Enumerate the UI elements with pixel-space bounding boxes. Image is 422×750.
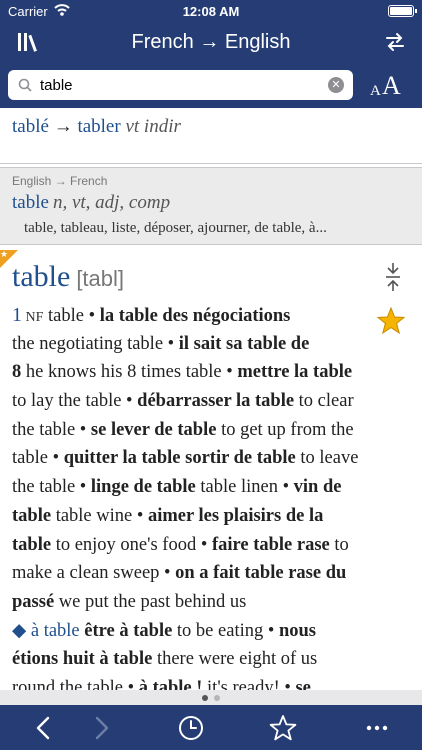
example-phrase: mettre la table bbox=[237, 362, 353, 383]
swap-direction-icon[interactable] bbox=[384, 31, 406, 53]
entry-text: to leave bbox=[295, 448, 359, 469]
search-result-selected[interactable]: English → French table n, vt, adj, comp t… bbox=[0, 167, 422, 245]
bottom-toolbar bbox=[0, 705, 422, 750]
back-icon[interactable] bbox=[29, 713, 59, 743]
entry-line: to lay the table • débarrasser la table … bbox=[12, 387, 402, 416]
dictionary-entry: ★ table [tabl] 1 NF table • la table des … bbox=[0, 250, 422, 690]
clock: 12:08 AM bbox=[182, 4, 240, 19]
font-size-small-label: A bbox=[370, 83, 381, 99]
example-phrase: on a fait table rase du bbox=[175, 563, 347, 584]
entry-text: he knows his 8 times table • bbox=[21, 362, 238, 383]
result-direction: English → French bbox=[12, 174, 108, 188]
sense-number: 1 bbox=[12, 304, 22, 326]
entry-line: passé we put the past behind us bbox=[12, 588, 402, 617]
entry-text: to get up from the bbox=[216, 419, 354, 440]
example-phrase: 8 bbox=[12, 362, 22, 383]
entry-text: table • bbox=[43, 306, 100, 326]
result-word: table bbox=[12, 192, 49, 213]
result-headline: table n, vt, adj, comp bbox=[12, 192, 170, 214]
entry-line: round the table • à table ! it's ready! … bbox=[12, 674, 402, 690]
battery-icon bbox=[388, 5, 417, 17]
entry-body: 1 NF table • la table des négociations th… bbox=[12, 301, 402, 690]
example-phrase: table bbox=[12, 505, 52, 526]
clear-icon[interactable]: ✕ bbox=[328, 77, 344, 93]
example-phrase: faire table rase bbox=[211, 534, 330, 555]
example-phrase: il sait sa table de bbox=[178, 333, 310, 354]
example-phrase: table bbox=[12, 534, 52, 555]
result-arrow: → bbox=[48, 116, 78, 137]
example-phrase: la table des négociations bbox=[99, 306, 291, 326]
entry-line: table • quitter la table sortir de table… bbox=[12, 444, 402, 473]
headword: table bbox=[12, 260, 71, 293]
example-phrase: vin de bbox=[293, 477, 342, 498]
entry-text: there were eight of us bbox=[152, 649, 318, 670]
subentry-label: à table bbox=[30, 620, 80, 641]
entry-text: to enjoy one's food • bbox=[51, 534, 212, 555]
entry-text: round the table • bbox=[12, 677, 139, 690]
search-input[interactable]: table ✕ bbox=[8, 70, 353, 100]
entry-text: to be eating • bbox=[172, 620, 279, 641]
entry-line: table to enjoy one's food • faire table … bbox=[12, 531, 402, 560]
favorites-icon[interactable] bbox=[268, 713, 298, 743]
entry-line: 8 he knows his 8 times table • mettre la… bbox=[12, 358, 402, 387]
entry-line: the table • se lever de table to get up … bbox=[12, 416, 402, 445]
entry-header: table [tabl] bbox=[12, 260, 124, 294]
entry-text: to lay the table • bbox=[12, 391, 138, 412]
entry-text: the table • bbox=[12, 477, 91, 498]
entry-text: make a clean sweep • bbox=[12, 563, 176, 584]
entry-line: table table wine • aimer les plaisirs de… bbox=[12, 502, 402, 531]
status-bar: Carrier 12:08 AM bbox=[0, 0, 422, 24]
example-phrase: débarrasser la table bbox=[137, 391, 295, 412]
example-phrase: nous bbox=[278, 620, 316, 641]
entry-text: the table • bbox=[12, 419, 91, 440]
entry-text: to clear bbox=[294, 391, 354, 412]
example-phrase: se bbox=[295, 677, 311, 690]
entry-line: ◆ à table être à table to be eating • no… bbox=[12, 617, 402, 646]
entry-line: étions huit à table there were eight of … bbox=[12, 645, 402, 674]
example-phrase: passé bbox=[12, 591, 55, 612]
entry-text: table linen • bbox=[195, 477, 294, 498]
top-bar: Carrier 12:08 AM French → English table … bbox=[0, 0, 422, 108]
result-grammar: vt indir bbox=[120, 116, 181, 137]
forward-icon[interactable] bbox=[86, 713, 116, 743]
more-icon[interactable] bbox=[362, 713, 392, 743]
page-title: French → English bbox=[131, 31, 291, 53]
entry-text: table • bbox=[12, 448, 64, 469]
example-phrase: aimer les plaisirs de la bbox=[147, 505, 324, 526]
entry-line: the negotiating table • il sait sa table… bbox=[12, 330, 402, 359]
example-phrase: à table ! bbox=[138, 677, 203, 690]
result-word: tablé bbox=[12, 116, 49, 137]
search-icon bbox=[18, 78, 32, 92]
result-pos: n, vt, adj, comp bbox=[52, 192, 171, 213]
subentry-label: ◆ bbox=[12, 620, 31, 641]
example-phrase: se lever de table bbox=[90, 419, 217, 440]
search-value[interactable]: table bbox=[40, 77, 73, 94]
page-dot[interactable] bbox=[202, 695, 208, 701]
example-phrase: quitter la table sortir de table bbox=[63, 448, 296, 469]
page-dot[interactable] bbox=[214, 695, 220, 701]
phonetic: [tabl] bbox=[76, 266, 125, 291]
entry-line: 1 NF table • la table des négociations bbox=[12, 301, 402, 330]
result-lemma: tabler bbox=[77, 116, 121, 137]
entry-text: we put the past behind us bbox=[54, 591, 247, 612]
collapse-icon[interactable] bbox=[384, 262, 402, 292]
page-indicator bbox=[0, 690, 422, 706]
entry-text: the negotiating table • bbox=[12, 333, 179, 354]
font-size-button[interactable]: A A bbox=[368, 70, 412, 102]
example-phrase: être à table bbox=[84, 620, 173, 641]
corner-star-icon: ★ bbox=[0, 250, 9, 259]
font-size-large-label: A bbox=[382, 71, 401, 100]
entry-text: to bbox=[329, 534, 349, 555]
search-result[interactable]: tablé → tabler vt indir bbox=[0, 108, 422, 164]
result-translations: table, tableau, liste, déposer, ajourner… bbox=[24, 220, 327, 236]
entry-line: the table • linge de table table linen •… bbox=[12, 473, 402, 502]
example-phrase: étions huit à table bbox=[12, 649, 153, 670]
result-line: tablé → tabler vt indir bbox=[12, 116, 181, 138]
grammar-label: NF bbox=[22, 310, 44, 325]
entry-text: it's ready! • bbox=[202, 677, 296, 690]
entry-text: table wine • bbox=[51, 505, 148, 526]
history-icon[interactable] bbox=[176, 713, 206, 743]
example-phrase: linge de table bbox=[90, 477, 196, 498]
entry-line: make a clean sweep • on a fait table ras… bbox=[12, 559, 402, 588]
